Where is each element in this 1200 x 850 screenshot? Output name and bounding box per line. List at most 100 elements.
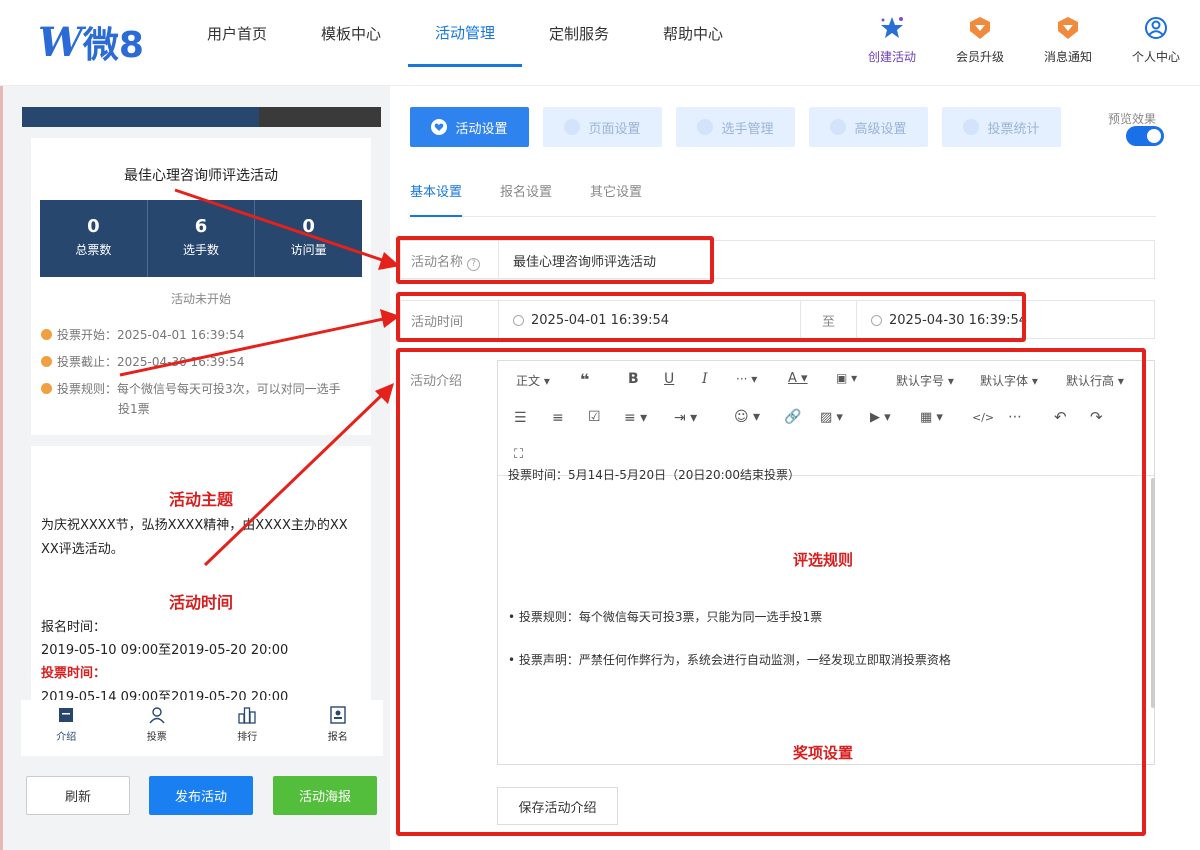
- nav-home[interactable]: 用户首页: [180, 0, 294, 66]
- tab-label: 活动设置: [455, 121, 508, 137]
- tab-page-settings[interactable]: 页面设置: [543, 107, 662, 147]
- underline-button[interactable]: U: [664, 371, 674, 387]
- ranking-icon: [238, 707, 256, 724]
- editor-content[interactable]: 投票时间：5月14日-5月20日（20日20:00结束投票） 评选规则 • 投票…: [498, 468, 1148, 764]
- nav-activity-management[interactable]: 活动管理: [408, 0, 522, 67]
- preview-toggle-label: 预览效果: [1108, 112, 1157, 126]
- vote-rule-info: 投票规则：每个微信号每天可投3次，可以对同一选手: [41, 379, 341, 399]
- divider-icon[interactable]: ⋯: [1008, 409, 1022, 425]
- activity-name-input[interactable]: 最佳心理咨询师评选活动: [498, 241, 1154, 279]
- paragraph-select[interactable]: 正文 ▾: [516, 372, 550, 389]
- background-color-icon[interactable]: ▣ ▾: [836, 371, 857, 385]
- nav-help[interactable]: 帮助中心: [636, 0, 750, 66]
- tab-intro[interactable]: 介绍: [21, 700, 112, 756]
- numbered-list-icon[interactable]: ≡: [552, 410, 564, 426]
- checklist-icon[interactable]: ☑: [588, 409, 601, 425]
- vote-end-text: 投票截止：2025-04-30 16:39:54: [57, 355, 245, 369]
- cut-off-line: 投票时间：5月14日-5月20日（20日20:00结束投票）: [508, 468, 800, 482]
- create-activity-label: 创建活动: [867, 50, 916, 64]
- nav-custom-service[interactable]: 定制服务: [522, 0, 636, 66]
- editor-scrollbar[interactable]: [1151, 478, 1155, 708]
- theme-line-1: 为庆祝XXXX节，弘扬XXXX精神，由XXXX主办的XX: [41, 518, 348, 533]
- notifications-button[interactable]: 消息通知: [1024, 14, 1112, 65]
- vote-rule-text: 投票规则：每个微信号每天可投3次，可以对同一选手: [57, 382, 341, 396]
- font-color-button[interactable]: A ▾: [788, 371, 808, 386]
- logo-mark: W: [38, 18, 83, 66]
- link-icon[interactable]: 🔗: [784, 409, 801, 425]
- tab-signup[interactable]: 报名: [293, 700, 384, 756]
- align-icon[interactable]: ≡ ▾: [624, 410, 647, 426]
- clock-icon: [871, 314, 882, 326]
- tab-advanced-settings[interactable]: 高级设置: [809, 107, 928, 147]
- tab-activity-settings[interactable]: 活动设置: [410, 107, 529, 147]
- preview-toggle[interactable]: [1126, 126, 1164, 146]
- bold-button[interactable]: B: [628, 371, 639, 387]
- main-nav: 用户首页 模板中心 活动管理 定制服务 帮助中心: [180, 0, 750, 86]
- indent-icon[interactable]: ⇥ ▾: [674, 410, 697, 426]
- end-time-input[interactable]: 2025-04-30 16:39:54: [856, 301, 1154, 339]
- user-icon: [697, 119, 714, 135]
- activity-intro-preview: 活动主题 为庆祝XXXX节，弘扬XXXX精神，由XXXX主办的XX XX评选活动…: [31, 446, 371, 700]
- more-menu[interactable]: ··· ▾: [736, 372, 757, 386]
- stat-visits: 0 访问量: [255, 200, 362, 277]
- logo[interactable]: W 微8: [38, 18, 144, 67]
- activity-poster-button[interactable]: 活动海报: [273, 776, 377, 815]
- table-icon[interactable]: ▦ ▾: [920, 410, 943, 425]
- subtab-basic[interactable]: 基本设置: [410, 178, 463, 217]
- message-badge-icon: [1024, 14, 1112, 42]
- theme-heading: 活动主题: [168, 490, 233, 509]
- vote-time-range: 2019-05-14 09:00至2019-05-20 20:00: [41, 690, 289, 700]
- personal-center-button[interactable]: 个人中心: [1112, 14, 1200, 65]
- save-intro-button[interactable]: 保存活动介绍: [497, 787, 618, 825]
- top-navbar: W 微8 用户首页 模板中心 活动管理 定制服务 帮助中心 创建活动 会员升级 …: [0, 0, 1200, 86]
- logo-text: 微8: [82, 25, 144, 66]
- member-upgrade-button[interactable]: 会员升级: [936, 14, 1024, 65]
- stat-label: 选手数: [183, 243, 220, 257]
- activity-time-row: 活动时间 2025-04-01 16:39:54 至 2025-04-30 16…: [400, 300, 1155, 339]
- image-icon[interactable]: ▨ ▾: [820, 410, 843, 425]
- time-heading: 活动时间: [168, 593, 233, 612]
- rich-text-editor: 正文 ▾ ❝ B U I ··· ▾ A ▾ ▣ ▾ 默认字号 ▾ 默认字体 ▾…: [497, 360, 1155, 765]
- tab-vote[interactable]: 投票: [112, 700, 203, 756]
- italic-button[interactable]: I: [702, 371, 708, 387]
- start-time-value: 2025-04-01 16:39:54: [531, 312, 670, 328]
- fullscreen-icon[interactable]: ⛶: [514, 447, 523, 462]
- quote-icon[interactable]: ❝: [580, 370, 589, 389]
- tab-ranking-label: 排行: [237, 732, 258, 743]
- redo-icon[interactable]: ↷: [1090, 408, 1103, 426]
- nav-templates[interactable]: 模板中心: [294, 0, 408, 66]
- subtab-signup[interactable]: 报名设置: [500, 178, 552, 217]
- alert-dot-icon: [41, 383, 52, 394]
- font-family-select[interactable]: 默认字体 ▾: [980, 372, 1038, 389]
- diamond-badge-icon: [936, 14, 1024, 42]
- tab-label: 页面设置: [588, 121, 641, 137]
- bullet-list-icon[interactable]: ☰: [514, 410, 527, 426]
- emoji-icon[interactable]: ☺ ▾: [734, 409, 760, 425]
- refresh-button[interactable]: 刷新: [26, 776, 130, 815]
- line-height-select[interactable]: 默认行高 ▾: [1066, 372, 1124, 389]
- tab-label: 选手管理: [721, 121, 774, 137]
- stats-bar: 0 总票数 6 选手数 0 访问量: [40, 200, 362, 277]
- subtab-other[interactable]: 其它设置: [590, 178, 642, 217]
- video-icon[interactable]: ▶ ▾: [870, 410, 891, 425]
- activity-summary-card: 最佳心理咨询师评选活动 0 总票数 6 选手数 0 访问量 活动未开始 投票开始：20…: [31, 138, 371, 435]
- font-size-select[interactable]: 默认字号 ▾: [896, 372, 954, 389]
- start-time-input[interactable]: 2025-04-01 16:39:54: [498, 301, 800, 339]
- tab-signup-label: 报名: [327, 732, 348, 743]
- create-activity-button[interactable]: 创建活动: [848, 14, 936, 65]
- tab-contestant-management[interactable]: 选手管理: [676, 107, 795, 147]
- clock-icon: [513, 314, 524, 326]
- undo-icon[interactable]: ↶: [1054, 408, 1067, 426]
- stat-total-votes: 0 总票数: [40, 200, 148, 277]
- code-icon[interactable]: </>: [972, 411, 994, 424]
- header-tools: 创建活动 会员升级 消息通知 个人中心: [848, 14, 1200, 65]
- more-menu-label: ···: [736, 372, 748, 386]
- personal-center-label: 个人中心: [1131, 50, 1180, 64]
- tab-vote-statistics[interactable]: 投票统计: [942, 107, 1061, 147]
- theme-line-2: XX评选活动。: [41, 542, 124, 557]
- settings-tabs: 活动设置 页面设置 选手管理 高级设置 投票统计: [410, 107, 1075, 147]
- help-icon: ?: [467, 258, 481, 271]
- tab-ranking[interactable]: 排行: [202, 700, 293, 756]
- activity-time-label: 活动时间: [411, 315, 464, 330]
- publish-activity-button[interactable]: 发布活动: [149, 776, 253, 815]
